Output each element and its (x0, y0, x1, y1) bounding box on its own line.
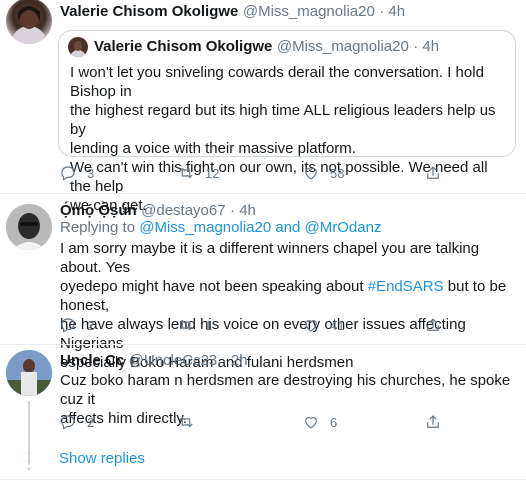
retweet-icon (179, 416, 193, 428)
show-replies-link[interactable]: Show replies (59, 449, 145, 469)
author-name[interactable]: Uncle Cc (60, 352, 124, 369)
share-icon (427, 318, 439, 331)
retweet-button[interactable] (177, 413, 195, 431)
heart-icon (305, 168, 317, 180)
author-handle[interactable]: @destayo67 (141, 202, 225, 219)
retweet-button[interactable]: 1 (177, 316, 212, 334)
quote-avatar-portrait (70, 41, 86, 57)
tweet-omo-osun[interactable]: Ọ́mọ́ Ọ̀ṣún @destayo67 · 4h Replying to … (0, 194, 526, 371)
hashtag-link[interactable]: #EndSARS (368, 278, 444, 295)
reply-icon (61, 318, 75, 333)
like-count: 41 (330, 317, 345, 333)
reply-icon (61, 166, 75, 181)
avatar-portrait (11, 6, 47, 44)
avatar-portrait (6, 350, 52, 396)
quote-author-handle: @Miss_magnolia20 (276, 38, 409, 55)
reply-icon (61, 415, 75, 430)
like-button[interactable]: 41 (302, 316, 344, 334)
share-button[interactable] (424, 164, 442, 182)
tweet-valerie[interactable]: Valerie Chisom Okoligwe @Miss_magnolia20… (0, 0, 526, 214)
share-icon (427, 166, 439, 179)
quoted-tweet[interactable]: Valerie Chisom Okoligwe @Miss_magnolia20… (58, 30, 516, 214)
like-button[interactable]: 58 (302, 164, 344, 182)
avatar-portrait (6, 204, 52, 250)
retweet-count: 12 (205, 165, 220, 181)
author-name[interactable]: Valerie Chisom Okoligwe (60, 3, 238, 20)
quote-author-name: Valerie Chisom Okoligwe (94, 38, 273, 55)
avatar[interactable] (6, 350, 52, 396)
retweet-icon (179, 319, 193, 331)
retweet-icon (179, 167, 193, 179)
like-count: 58 (330, 165, 345, 181)
avatar[interactable] (6, 0, 52, 44)
like-count: 6 (330, 414, 338, 430)
timestamp[interactable]: · 4h (230, 202, 256, 219)
share-button[interactable] (424, 413, 442, 431)
retweet-count: 1 (205, 317, 213, 333)
share-icon (427, 415, 439, 428)
reply-button[interactable]: 2 (59, 413, 94, 431)
tweet-uncle-cc[interactable]: Uncle Cc @UncleCc23 · 2h Cuz boko haram … (0, 345, 526, 480)
heart-icon (305, 417, 317, 429)
replying-to: Replying to @Miss_magnolia20 and @MrOdan… (60, 219, 382, 236)
author-handle[interactable]: @Miss_magnolia20 (243, 3, 375, 20)
timestamp[interactable]: · 2h (222, 352, 248, 369)
tweet-text: Cuz boko haram n herdsmen are destroying… (60, 372, 511, 427)
author-name[interactable]: Ọ́mọ́ Ọ̀ṣún (60, 202, 137, 219)
author-handle[interactable]: @UncleCc23 (129, 352, 218, 369)
like-button[interactable]: 6 (302, 413, 337, 431)
share-button[interactable] (424, 316, 442, 334)
timestamp[interactable]: · 4h (379, 3, 405, 20)
avatar[interactable] (6, 204, 52, 250)
reply-button[interactable]: 2 (59, 316, 94, 334)
reply-count: 2 (87, 317, 95, 333)
reply-button[interactable]: 3 (59, 164, 94, 182)
heart-icon (305, 320, 317, 332)
retweet-button[interactable]: 12 (177, 164, 219, 182)
quote-timestamp: · 4h (413, 38, 440, 55)
reply-count: 2 (87, 414, 95, 430)
replying-to-links[interactable]: @Miss_magnolia20 and @MrOdanz (139, 219, 381, 236)
quote-avatar[interactable] (68, 37, 88, 57)
thread-dots (20, 449, 38, 478)
reply-count: 3 (87, 165, 95, 181)
